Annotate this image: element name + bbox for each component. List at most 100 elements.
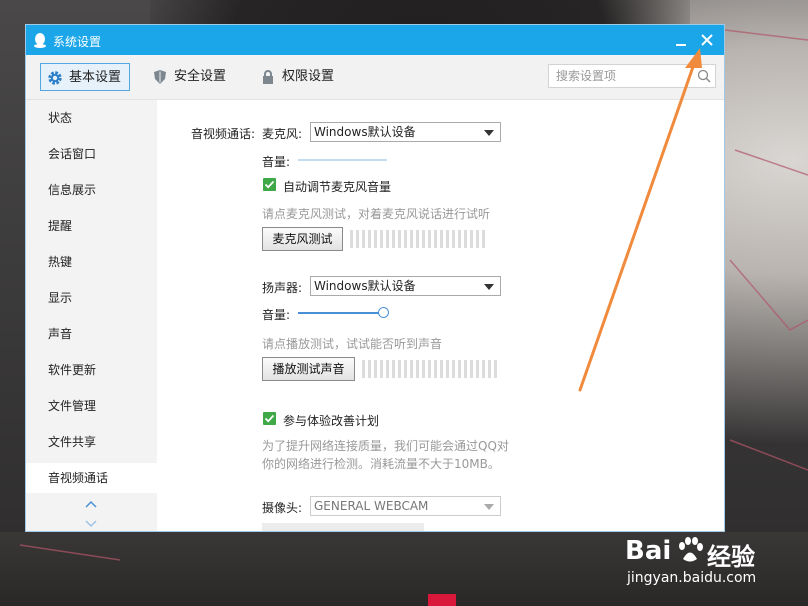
speaker-volume-fill bbox=[298, 312, 383, 314]
meter-segment bbox=[476, 230, 479, 248]
sidebar-item-file-management[interactable]: 文件管理 bbox=[26, 391, 157, 421]
meter-segment bbox=[428, 230, 431, 248]
search-icon[interactable] bbox=[697, 69, 711, 83]
meter-segment bbox=[452, 230, 455, 248]
minimize-button[interactable] bbox=[670, 29, 692, 51]
scroll-up-icon[interactable] bbox=[84, 500, 98, 510]
chevron-down-icon bbox=[484, 504, 494, 510]
experience-description-line1: 为了提升网络连接质量，我们可能会通过QQ对 bbox=[262, 439, 509, 453]
meter-segment bbox=[380, 360, 383, 378]
watermark-brand-left: Bai bbox=[625, 536, 672, 566]
checkmark-icon bbox=[264, 414, 275, 423]
section-label: 音视频通话: bbox=[191, 127, 256, 141]
baidu-jingyan-watermark: Bai 经验 jingyan.baidu.com bbox=[595, 528, 795, 598]
settings-content: 音视频通话: 麦克风: Windows默认设备 音量: 自动调节麦克风音量 请点… bbox=[157, 100, 724, 531]
meter-segment bbox=[482, 230, 485, 248]
speaker-volume-slider[interactable] bbox=[298, 312, 383, 314]
meter-segment bbox=[374, 230, 377, 248]
sidebar-item-status[interactable]: 状态 bbox=[26, 103, 157, 133]
close-button[interactable] bbox=[696, 29, 718, 51]
sidebar-item-hotkeys[interactable]: 热键 bbox=[26, 247, 157, 277]
microphone-level-meter bbox=[350, 230, 488, 248]
experience-program-checkbox[interactable] bbox=[263, 412, 276, 425]
sidebar-item-file-sharing[interactable]: 文件共享 bbox=[26, 427, 157, 457]
microphone-hint: 请点麦克风测试，对着麦克风说话进行试听 bbox=[262, 207, 491, 221]
sidebar-item-chat-window[interactable]: 会话窗口 bbox=[26, 139, 157, 169]
camera-select[interactable]: GENERAL WEBCAM bbox=[310, 496, 501, 516]
meter-segment bbox=[458, 360, 461, 378]
tab-label: 安全设置 bbox=[174, 69, 227, 84]
window-title: 系统设置 bbox=[53, 35, 102, 49]
sidebar-item-reminder[interactable]: 提醒 bbox=[26, 211, 157, 241]
search-box bbox=[548, 64, 716, 88]
penguin-logo-icon bbox=[34, 33, 46, 48]
microphone-volume-label: 音量: bbox=[262, 155, 291, 169]
meter-segment bbox=[410, 230, 413, 248]
meter-segment bbox=[398, 360, 401, 378]
auto-adjust-label: 自动调节麦克风音量 bbox=[283, 180, 392, 194]
meter-segment bbox=[392, 230, 395, 248]
meter-segment bbox=[452, 360, 455, 378]
chevron-down-icon bbox=[484, 130, 494, 136]
close-icon bbox=[701, 34, 713, 46]
microphone-label: 麦克风: bbox=[262, 127, 303, 141]
tab-basic-settings[interactable]: 基本设置 bbox=[40, 63, 130, 91]
microphone-test-button[interactable]: 麦克风测试 bbox=[262, 227, 343, 251]
meter-segment bbox=[368, 360, 371, 378]
sidebar-item-sound[interactable]: 声音 bbox=[26, 319, 157, 349]
meter-segment bbox=[494, 360, 497, 378]
meter-segment bbox=[482, 360, 485, 378]
sidebar-item-display[interactable]: 显示 bbox=[26, 283, 157, 313]
meter-segment bbox=[386, 230, 389, 248]
auto-adjust-checkbox[interactable] bbox=[263, 178, 276, 191]
tab-security-settings[interactable]: 安全设置 bbox=[146, 63, 256, 91]
meter-segment bbox=[470, 230, 473, 248]
meter-segment bbox=[434, 230, 437, 248]
settings-sidebar: 状态 会话窗口 信息展示 提醒 热键 显示 声音 软件更新 文件管理 文件共享 … bbox=[26, 100, 157, 531]
meter-segment bbox=[464, 360, 467, 378]
meter-segment bbox=[362, 360, 365, 378]
meter-segment bbox=[392, 360, 395, 378]
meter-segment bbox=[464, 230, 467, 248]
tab-permission-settings[interactable]: 权限设置 bbox=[254, 63, 364, 91]
speaker-hint: 请点播放测试，试试能否听到声音 bbox=[262, 337, 443, 351]
meter-segment bbox=[362, 230, 365, 248]
meter-segment bbox=[350, 230, 353, 248]
speaker-test-button[interactable]: 播放测试声音 bbox=[262, 357, 355, 381]
experience-program-label: 参与体验改善计划 bbox=[283, 414, 380, 428]
scroll-down-icon[interactable] bbox=[84, 518, 98, 528]
meter-segment bbox=[374, 360, 377, 378]
meter-segment bbox=[428, 360, 431, 378]
microphone-select[interactable]: Windows默认设备 bbox=[310, 122, 501, 142]
sidebar-item-software-update[interactable]: 软件更新 bbox=[26, 355, 157, 385]
tab-label: 权限设置 bbox=[282, 69, 335, 84]
meter-segment bbox=[440, 360, 443, 378]
meter-segment bbox=[356, 230, 359, 248]
meter-segment bbox=[398, 230, 401, 248]
speaker-level-meter bbox=[362, 360, 500, 378]
watermark-url: jingyan.baidu.com bbox=[627, 570, 757, 586]
sidebar-item-av-call[interactable]: 音视频通话 bbox=[26, 463, 157, 493]
tab-label: 基本设置 bbox=[69, 70, 122, 85]
meter-segment bbox=[446, 230, 449, 248]
meter-segment bbox=[386, 360, 389, 378]
watermark-brand-right: 经验 bbox=[707, 543, 755, 571]
speaker-select[interactable]: Windows默认设备 bbox=[310, 276, 501, 296]
meter-segment bbox=[404, 360, 407, 378]
camera-select-value: GENERAL WEBCAM bbox=[314, 499, 429, 513]
microphone-volume-slider[interactable] bbox=[298, 159, 387, 161]
sidebar-item-info-display[interactable]: 信息展示 bbox=[26, 175, 157, 205]
meter-segment bbox=[422, 360, 425, 378]
paw-logo-icon bbox=[679, 537, 703, 562]
experience-description-line2: 你的网络进行检测。消耗流量不大于10MB。 bbox=[262, 457, 500, 471]
settings-window: 系统设置 基本设置 安全设置 权限设置 搜索设置项 状态 会话窗口 信息展示 提… bbox=[25, 24, 725, 532]
chevron-down-icon bbox=[484, 284, 494, 290]
microphone-select-value: Windows默认设备 bbox=[314, 125, 416, 139]
lock-icon bbox=[263, 70, 273, 84]
search-input[interactable] bbox=[549, 65, 691, 87]
speaker-volume-knob[interactable] bbox=[378, 307, 389, 318]
speaker-select-value: Windows默认设备 bbox=[314, 279, 416, 293]
meter-segment bbox=[410, 360, 413, 378]
meter-segment bbox=[404, 230, 407, 248]
meter-segment bbox=[416, 360, 419, 378]
